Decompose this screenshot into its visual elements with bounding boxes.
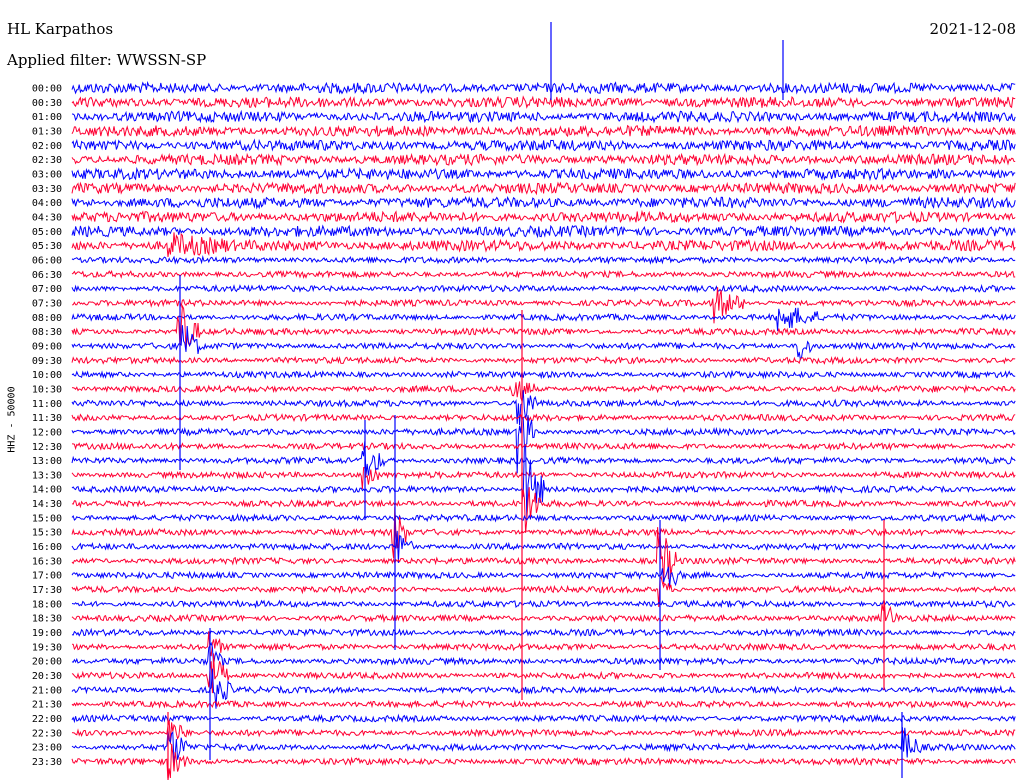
seismic-trace	[71, 369, 1016, 380]
seismic-trace	[71, 166, 1016, 182]
time-tick-label: 06:30	[32, 270, 62, 281]
time-tick-label: 07:00	[32, 284, 62, 295]
time-tick-label: 15:00	[32, 513, 62, 524]
time-tick-label: 10:00	[32, 370, 62, 381]
time-tick-label: 00:00	[32, 84, 62, 95]
seismic-trace	[71, 627, 1016, 638]
time-tick-label: 15:30	[32, 528, 62, 539]
seismic-trace	[71, 699, 1016, 709]
seismic-trace	[71, 390, 1016, 426]
time-tick-label: 17:30	[32, 585, 62, 596]
time-tick-label: 17:00	[32, 571, 62, 582]
seismic-trace	[71, 441, 1016, 476]
seismic-trace	[71, 152, 1016, 167]
time-tick-label: 01:00	[32, 112, 62, 123]
seismic-trace	[71, 575, 1016, 608]
time-tick-label: 22:30	[32, 728, 62, 739]
time-tick-label: 04:00	[32, 198, 62, 209]
time-tick-label: 09:30	[32, 356, 62, 367]
seismic-trace	[71, 631, 1016, 657]
seismic-trace	[71, 283, 1016, 294]
seismic-trace	[71, 381, 1016, 403]
time-tick-label: 21:30	[32, 700, 62, 711]
seismic-trace	[71, 506, 1016, 559]
seismic-trace	[71, 232, 1016, 257]
time-tick-label: 00:30	[32, 98, 62, 109]
seismic-trace	[71, 743, 1016, 780]
seismic-trace	[71, 355, 1016, 366]
time-tick-label: 23:30	[32, 757, 62, 768]
time-tick-label: 16:00	[32, 542, 62, 553]
seismic-trace	[71, 307, 1016, 331]
seismic-trace	[71, 512, 1016, 523]
time-tick-label: 19:30	[32, 642, 62, 653]
seismic-trace	[71, 181, 1016, 196]
seismic-trace	[71, 224, 1016, 239]
seismic-trace	[71, 80, 1016, 95]
seismic-trace	[71, 445, 1016, 520]
time-tick-label: 11:30	[32, 413, 62, 424]
time-tick-label: 03:00	[32, 169, 62, 180]
time-tick-label: 02:30	[32, 155, 62, 166]
seismic-trace	[71, 412, 1016, 423]
seismic-trace	[71, 599, 1016, 609]
time-tick-label: 09:00	[32, 341, 62, 352]
time-tick-label: 18:30	[32, 614, 62, 625]
seismic-trace	[71, 109, 1016, 124]
time-tick-label: 08:30	[32, 327, 62, 338]
seismic-trace	[72, 441, 1016, 452]
seismic-trace	[71, 195, 1016, 210]
time-tick-label: 14:30	[32, 499, 62, 510]
seismic-trace	[71, 124, 1016, 138]
time-tick-label: 11:00	[32, 399, 62, 410]
time-tick-label: 20:00	[32, 657, 62, 668]
time-tick-label: 13:00	[32, 456, 62, 467]
helicorder-plot: 00:00 00:30 01:00 01:30 02:00 02:30 03:00 03:30…	[32, 22, 1016, 780]
time-tick-label: 21:00	[32, 685, 62, 696]
seismic-trace	[71, 566, 1016, 588]
time-tick-label: 08:00	[32, 313, 62, 324]
seismic-trace	[71, 209, 1016, 224]
time-tick-label: 06:00	[32, 255, 62, 266]
seismic-trace	[71, 138, 1016, 152]
time-tick-label: 04:30	[32, 212, 62, 223]
time-tick-label: 19:00	[32, 628, 62, 639]
time-tick-label: 13:30	[32, 470, 62, 481]
time-tick-label: 23:00	[32, 743, 62, 754]
seismic-trace	[71, 269, 1016, 280]
time-tick-label: 03:30	[32, 184, 62, 195]
time-tick-label: 07:30	[32, 298, 62, 309]
seismic-trace	[71, 487, 1016, 533]
time-tick-label: 05:00	[32, 227, 62, 238]
seismic-trace	[71, 713, 1016, 724]
seismic-trace	[71, 720, 1016, 745]
time-tick-label: 22:00	[32, 714, 62, 725]
time-tick-label: 12:00	[32, 427, 62, 438]
time-tick-label: 12:30	[32, 442, 62, 453]
seismic-trace	[71, 95, 1016, 109]
time-tick-label: 02:00	[32, 141, 62, 152]
time-tick-label: 14:00	[32, 485, 62, 496]
time-tick-label: 20:30	[32, 671, 62, 682]
time-tick-label: 16:30	[32, 556, 62, 567]
seismic-trace	[71, 255, 1016, 265]
time-tick-label: 05:30	[32, 241, 62, 252]
time-tick-label: 10:30	[32, 384, 62, 395]
time-tick-label: 01:30	[32, 126, 62, 137]
time-tick-label: 18:00	[32, 599, 62, 610]
